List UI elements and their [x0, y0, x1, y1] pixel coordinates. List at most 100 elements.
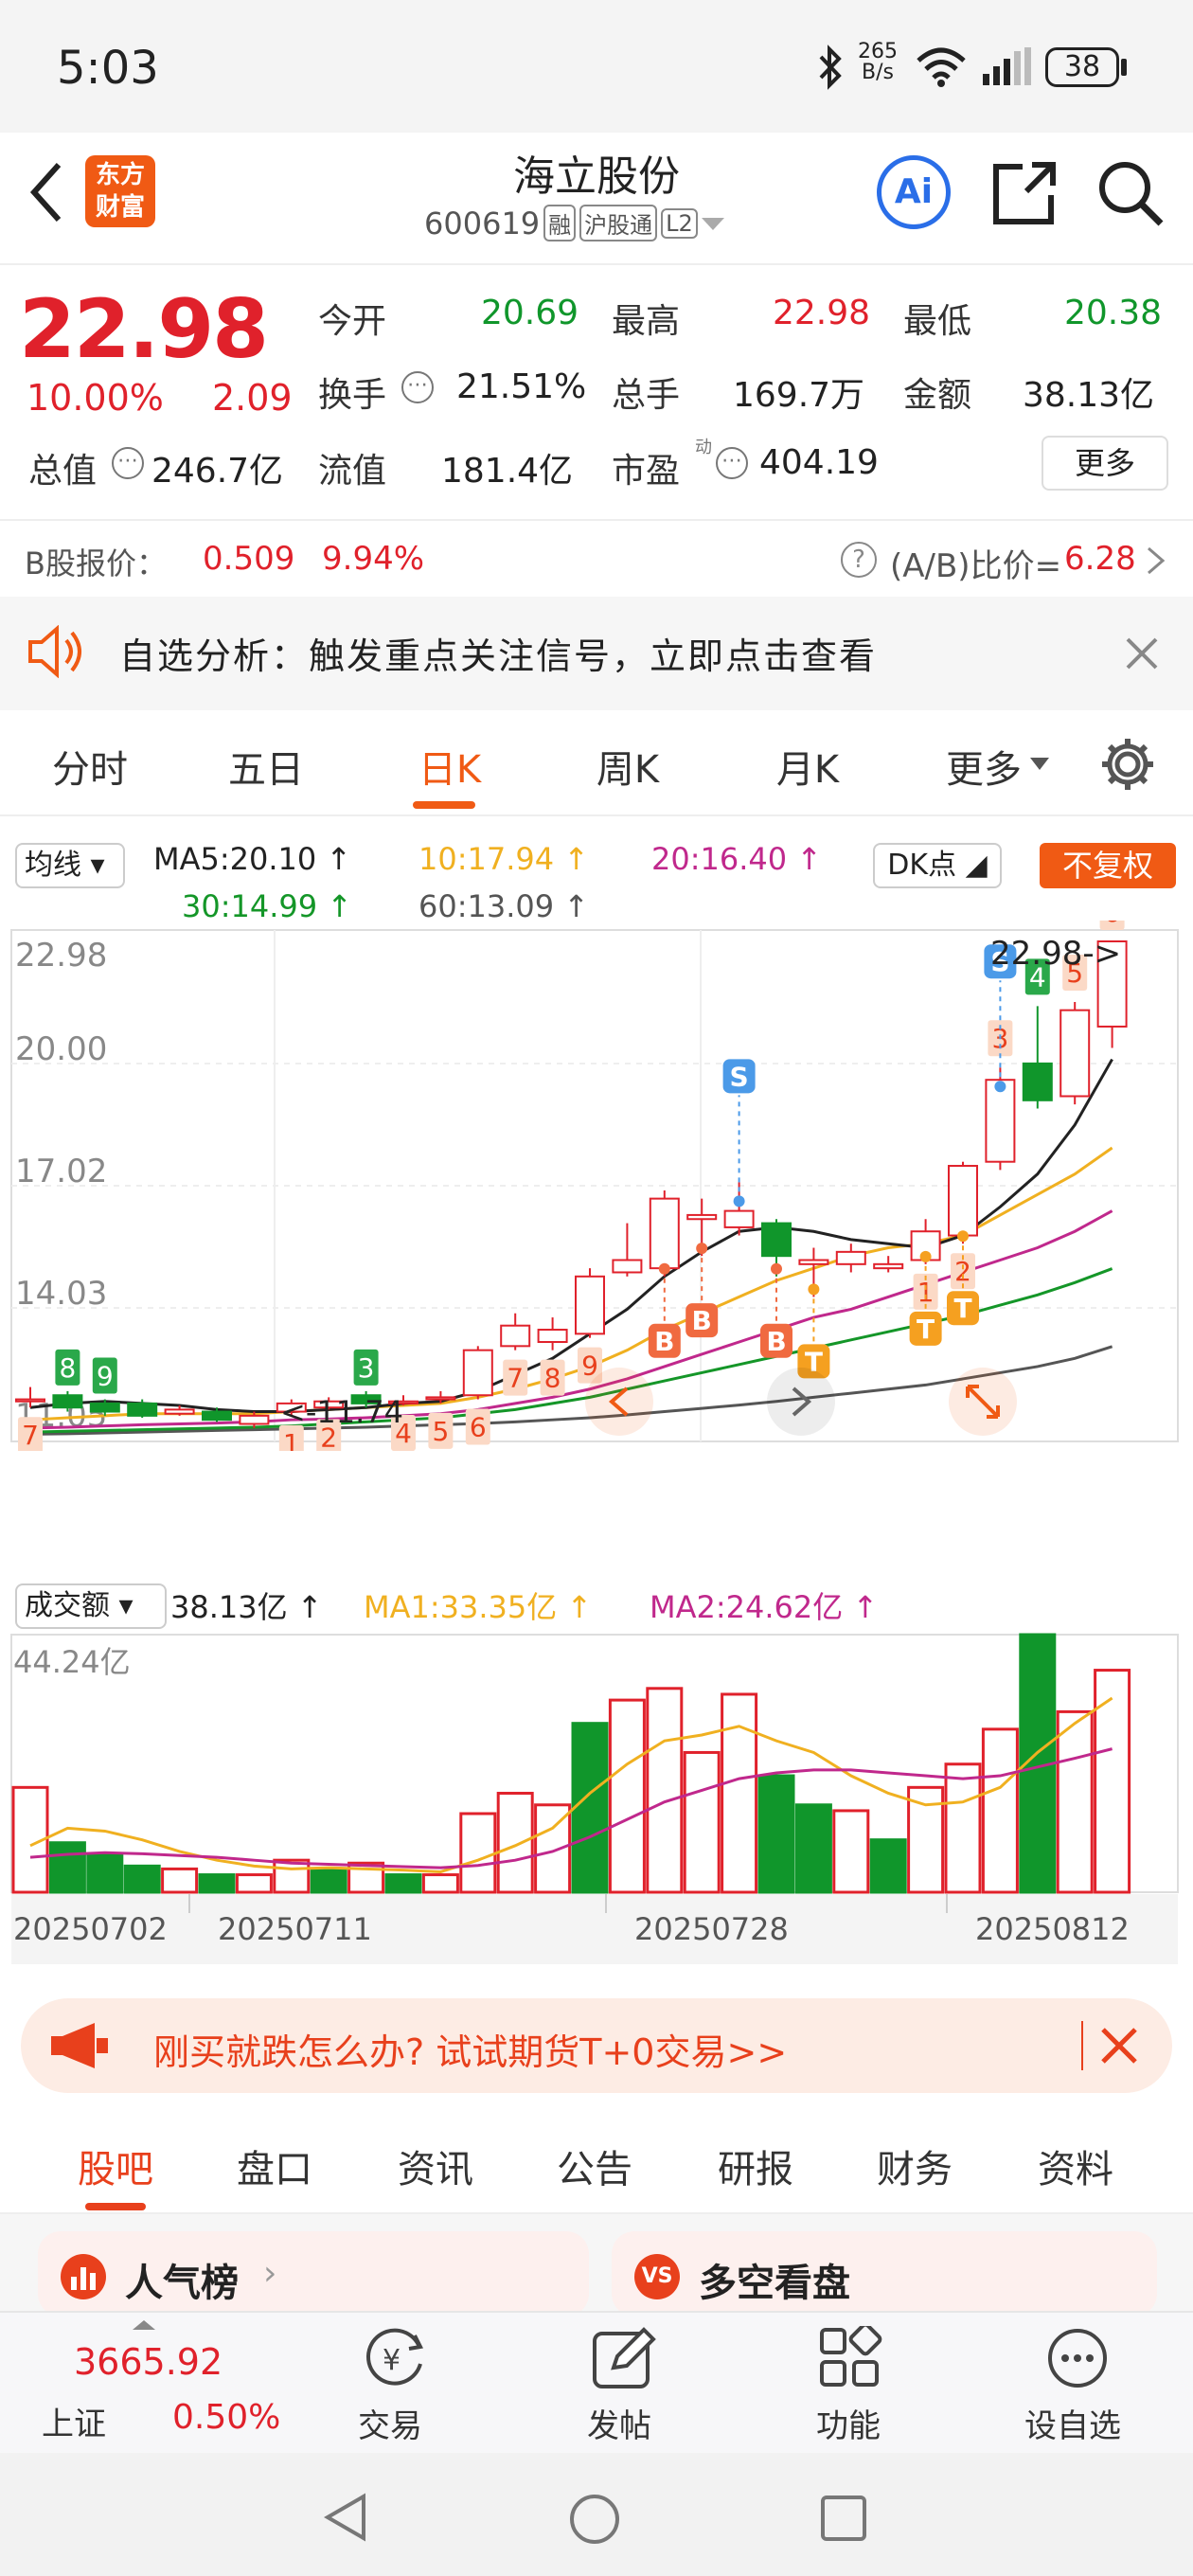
low-label: 最低	[903, 302, 972, 341]
count-label: 7	[507, 1363, 524, 1394]
count-label: 7	[22, 1420, 39, 1451]
candle-body	[425, 1396, 456, 1401]
candle-body	[686, 1213, 718, 1221]
signal-dot	[696, 1243, 708, 1255]
help-icon[interactable]: ?	[841, 542, 877, 578]
count-label: 9	[581, 1351, 598, 1382]
share-icon[interactable]	[988, 157, 1060, 229]
longshort-label: 多空看盘	[699, 2262, 850, 2305]
caret-up-icon[interactable]	[133, 2320, 155, 2330]
ma60-line	[29, 1345, 1113, 1436]
pe-label: 市盈	[612, 452, 681, 491]
caret-down-icon[interactable]	[701, 216, 724, 231]
promo-banner[interactable]: 刚买就跌怎么办? 试试期货T+0交易>>	[21, 1998, 1172, 2093]
tab-news[interactable]: 资讯	[379, 2138, 492, 2193]
ai-button[interactable]: Ai	[877, 155, 951, 229]
tab-pankou[interactable]: 盘口	[218, 2138, 331, 2193]
candle-body	[500, 1324, 531, 1348]
volume-ma2: MA2:24.62亿 ↑	[650, 1589, 879, 1625]
close-icon[interactable]	[1125, 636, 1159, 671]
volume-chart[interactable]: 44.24亿 20250702 20250711 20250728 20250812	[0, 1633, 1193, 1974]
tab-research[interactable]: 研报	[699, 2138, 812, 2193]
volume-bar	[496, 1791, 534, 1894]
home-circle-icon[interactable]	[568, 2493, 621, 2546]
post-label[interactable]: 发帖	[587, 2400, 651, 2446]
index-pct[interactable]: 0.50%	[172, 2398, 280, 2437]
volume-bar	[48, 1841, 86, 1894]
signal-icon	[983, 47, 1031, 85]
info-icon[interactable]: ⋯	[716, 447, 748, 479]
candle-body	[649, 1197, 680, 1270]
signal-label: B	[692, 1305, 712, 1336]
gear-icon[interactable]	[1098, 735, 1157, 794]
volume-selector[interactable]: 成交额 ▾	[15, 1583, 167, 1629]
kline-chart[interactable]: 22.9820.0017.0214.0311.0578 91 234 5 67 8 9123…	[0, 921, 1193, 1451]
volume-bar	[235, 1873, 273, 1894]
volume-bar	[86, 1852, 124, 1894]
ma-selector[interactable]: 均线 ▾	[15, 843, 125, 888]
adjust-button[interactable]: 不复权	[1040, 843, 1176, 888]
search-icon[interactable]	[1095, 157, 1166, 229]
more-options-icon[interactable]	[1045, 2326, 1110, 2390]
recents-square-icon[interactable]	[820, 2495, 867, 2542]
volume-bar	[646, 1687, 684, 1894]
chevron-right-icon[interactable]	[1146, 546, 1166, 576]
signal-dot	[658, 1262, 670, 1275]
l2-badge: L2	[661, 207, 698, 239]
info-icon[interactable]: ⋯	[401, 371, 434, 403]
popularity-card[interactable]: 人气榜 ›	[38, 2231, 589, 2317]
candle-body	[835, 1250, 866, 1265]
tab-more[interactable]: 更多	[932, 739, 1036, 794]
longshort-card[interactable]: VS 多空看盘	[612, 2231, 1157, 2317]
change-amount: 2.09	[212, 377, 293, 419]
watchlist-label[interactable]: 设自选	[1024, 2400, 1121, 2446]
active-tab-indicator	[413, 801, 475, 809]
post-icon[interactable]	[591, 2326, 657, 2390]
back-triangle-icon[interactable]	[324, 2493, 367, 2542]
ma20-label: 20:16.40 ↑	[651, 841, 823, 877]
more-button[interactable]: 更多	[1042, 436, 1168, 491]
signal-label: B	[766, 1326, 786, 1357]
function-label[interactable]: 功能	[816, 2400, 881, 2446]
min-price-marker: <-11.74	[280, 1394, 403, 1430]
candle-body	[164, 1408, 195, 1415]
ma60-label: 60:13.09 ↑	[418, 888, 590, 924]
y-tick-label: 22.98	[15, 937, 107, 975]
function-icon[interactable]	[818, 2326, 882, 2390]
candle-body	[761, 1222, 792, 1258]
tab-guba[interactable]: 股吧	[59, 2138, 172, 2193]
close-icon[interactable]	[1100, 2027, 1138, 2065]
tab-weekly-k[interactable]: 周K	[576, 739, 680, 794]
tab-finance[interactable]: 财务	[858, 2138, 971, 2193]
bluetooth-icon	[819, 45, 842, 90]
turnover-label: 换手	[318, 376, 387, 415]
notice-bar[interactable]: 自选分析：触发重点关注信号，立即点击查看	[0, 597, 1193, 710]
index-value[interactable]: 3665.92	[74, 2341, 223, 2383]
tab-daily-k[interactable]: 日K	[398, 739, 502, 794]
index-name[interactable]: 上证	[42, 2398, 106, 2444]
volume-bar	[161, 1867, 199, 1894]
tab-profile[interactable]: 资料	[1019, 2138, 1132, 2193]
tab-minute[interactable]: 分时	[38, 739, 142, 794]
bottom-nav: 3665.92 上证 0.50% ¥ 交易 发帖 功能 设自选	[0, 2311, 1193, 2453]
last-price-marker: 22.98->	[990, 935, 1121, 973]
info-icon[interactable]: ⋯	[112, 447, 144, 479]
volume-bar	[721, 1692, 758, 1894]
dk-point-selector[interactable]: DK点 ◢	[873, 843, 1002, 888]
signal-label: S	[730, 1061, 749, 1092]
tab-five-day[interactable]: 五日	[214, 739, 318, 794]
rank-icon	[61, 2254, 106, 2299]
hgt-badge: 沪股通	[579, 205, 658, 242]
volume-bar	[794, 1803, 832, 1894]
volume-bar	[273, 1858, 311, 1894]
float-label: 流值	[318, 452, 387, 491]
tab-monthly-k[interactable]: 月K	[756, 739, 860, 794]
trade-label[interactable]: 交易	[358, 2400, 422, 2446]
tab-announcement[interactable]: 公告	[538, 2138, 651, 2193]
speaker-icon	[28, 625, 81, 678]
back-icon[interactable]	[27, 159, 64, 225]
trade-icon[interactable]: ¥	[362, 2326, 430, 2390]
volume-bar	[459, 1812, 497, 1894]
scroll-right-button	[767, 1368, 835, 1436]
count-label: 6	[1104, 921, 1121, 928]
